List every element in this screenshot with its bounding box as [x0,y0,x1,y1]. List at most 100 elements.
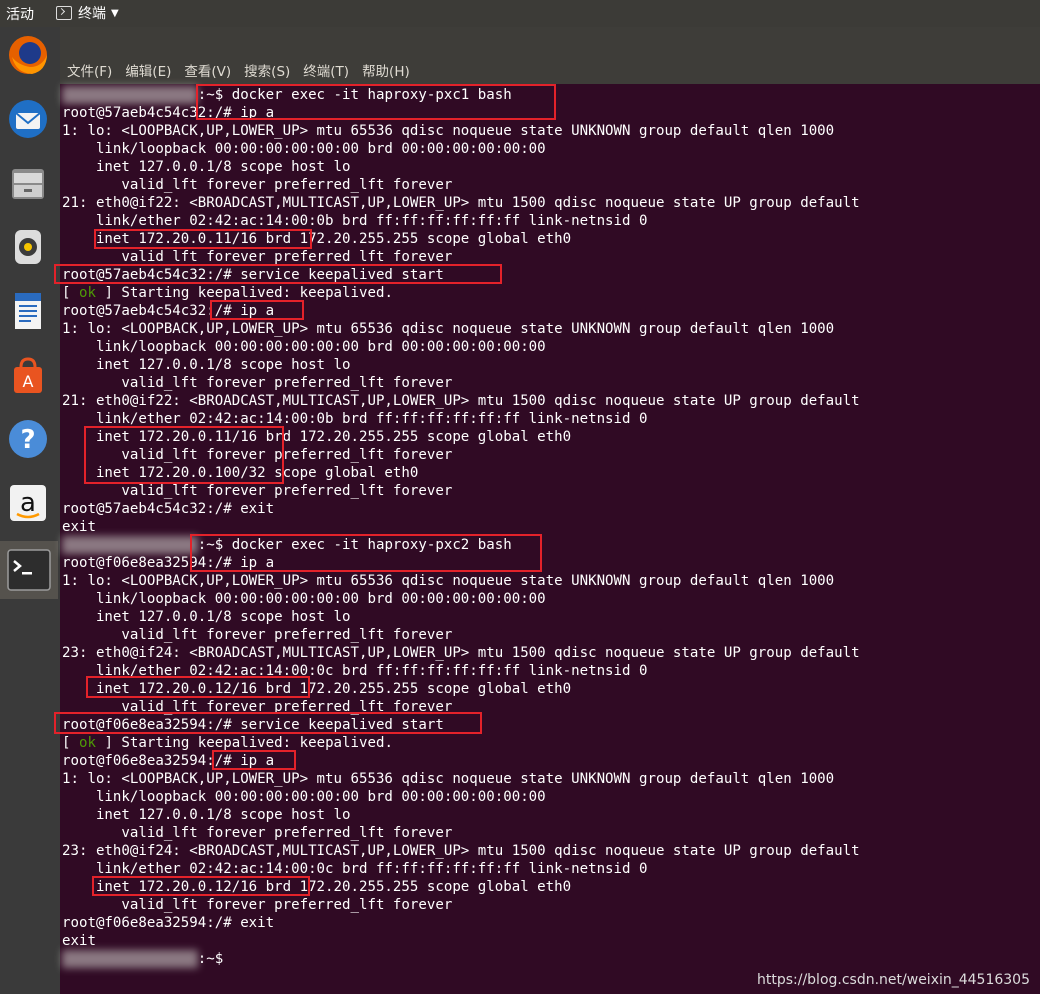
line-text: root@57aeb4c54c32:/# ip a [62,303,275,319]
terminal-line: inet 172.20.0.12/16 brd 172.20.255.255 s… [62,878,860,896]
redacted-username: xxxxxxxxxxxxxxxx [62,536,198,554]
line-text: inet 172.20.0.11/16 brd 172.20.255.255 s… [62,429,572,445]
terminal-line: link/loopback 00:00:00:00:00:00 brd 00:0… [62,140,860,158]
menu-search[interactable]: 搜索(S) [244,60,290,80]
line-text: inet 127.0.0.1/8 scope host lo [62,609,351,625]
svg-text:A: A [23,372,34,391]
activities-button[interactable]: 活动 [6,4,34,24]
terminal-menubar: 文件(F) 编辑(E) 查看(V) 搜索(S) 终端(T) 帮助(H) [60,27,1040,84]
terminal-line: link/ether 02:42:ac:14:00:0b brd ff:ff:f… [62,212,860,230]
line-text: link/loopback 00:00:00:00:00:00 brd 00:0… [62,591,546,607]
line-text: 21: eth0@if22: <BROADCAST,MULTICAST,UP,L… [62,393,860,409]
line-text: inet 172.20.0.11/16 brd 172.20.255.255 s… [62,231,572,247]
line-text: valid_lft forever preferred_lft forever [62,249,453,265]
menu-edit[interactable]: 编辑(E) [125,60,171,80]
terminal-line: link/loopback 00:00:00:00:00:00 brd 00:0… [62,338,860,356]
status-ok: ok [78,285,96,301]
terminal-line: inet 127.0.0.1/8 scope host lo [62,608,860,626]
terminal-line: inet 172.20.0.11/16 brd 172.20.255.255 s… [62,230,860,248]
line-text: [ [62,735,79,751]
terminal-lines: xxxxxxxxxxxxxxxx:~$ docker exec -it hapr… [62,86,860,968]
terminal-line: xxxxxxxxxxxxxxxx:~$ [62,950,860,968]
line-text: ] Starting keepalived: keepalived. [95,285,393,301]
line-text: root@f06e8ea32594:/# service keepalived … [62,717,444,733]
line-text: 21: eth0@if22: <BROADCAST,MULTICAST,UP,L… [62,195,860,211]
thunderbird-mail-icon[interactable] [6,97,50,141]
firefox-icon[interactable] [6,33,50,77]
terminal-line: inet 172.20.0.100/32 scope global eth0 [62,464,860,482]
rhythmbox-icon[interactable] [6,225,50,269]
terminal-line: link/ether 02:42:ac:14:00:0c brd ff:ff:f… [62,662,860,680]
files-icon[interactable] [6,161,50,205]
line-text: valid_lft forever preferred_lft forever [62,375,453,391]
line-text: valid_lft forever preferred_lft forever [62,699,453,715]
line-text: root@57aeb4c54c32:/# ip a [62,105,275,121]
menu-view[interactable]: 查看(V) [184,60,231,80]
line-text: link/ether 02:42:ac:14:00:0b brd ff:ff:f… [62,213,648,229]
terminal-line: link/loopback 00:00:00:00:00:00 brd 00:0… [62,590,860,608]
terminal-line: root@57aeb4c54c32:/# exit [62,500,860,518]
menu-file[interactable]: 文件(F) [67,60,112,80]
terminal-line: 1: lo: <LOOPBACK,UP,LOWER_UP> mtu 65536 … [62,572,860,590]
line-text: link/ether 02:42:ac:14:00:0c brd ff:ff:f… [62,861,648,877]
line-text: root@f06e8ea32594:/# exit [62,915,275,931]
line-text: exit [62,519,96,535]
terminal-line: link/loopback 00:00:00:00:00:00 brd 00:0… [62,788,860,806]
line-text: valid_lft forever preferred_lft forever [62,483,453,499]
line-text: inet 172.20.0.12/16 brd 172.20.255.255 s… [62,681,572,697]
line-text: root@57aeb4c54c32:/# exit [62,501,275,517]
svg-text:a: a [20,488,36,518]
line-text: 23: eth0@if24: <BROADCAST,MULTICAST,UP,L… [62,645,860,661]
terminal-line: valid_lft forever preferred_lft forever [62,896,860,914]
terminal-icon[interactable] [0,541,58,599]
help-icon[interactable]: ? [6,417,50,461]
line-text: root@f06e8ea32594:/# ip a [62,555,275,571]
line-text: 1: lo: <LOOPBACK,UP,LOWER_UP> mtu 65536 … [62,321,835,337]
line-text: 1: lo: <LOOPBACK,UP,LOWER_UP> mtu 65536 … [62,573,835,589]
line-text: ] Starting keepalived: keepalived. [95,735,393,751]
terminal-small-icon [56,6,72,20]
menu-terminal[interactable]: 终端(T) [303,60,349,80]
software-center-icon[interactable]: A [6,353,50,397]
line-text: :~$ [197,951,232,967]
terminal-output[interactable]: xxxxxxxxxxxxxxxx:~$ docker exec -it hapr… [54,84,1040,994]
line-text: :~$ docker exec -it haproxy-pxc2 bash [197,537,512,553]
svg-text:?: ? [20,425,35,455]
redacted-username: xxxxxxxxxxxxxxxx [62,950,198,968]
terminal-line: 1: lo: <LOOPBACK,UP,LOWER_UP> mtu 65536 … [62,122,860,140]
terminal-line: xxxxxxxxxxxxxxxx:~$ docker exec -it hapr… [62,86,860,104]
terminal-line: root@57aeb4c54c32:/# ip a [62,104,860,122]
line-text: link/loopback 00:00:00:00:00:00 brd 00:0… [62,339,546,355]
terminal-line: link/ether 02:42:ac:14:00:0b brd ff:ff:f… [62,410,860,428]
terminal-line: 21: eth0@if22: <BROADCAST,MULTICAST,UP,L… [62,194,860,212]
watermark: https://blog.csdn.net/weixin_44516305 [756,972,1030,988]
terminal-line: inet 127.0.0.1/8 scope host lo [62,158,860,176]
terminal-line: root@f06e8ea32594:/# ip a [62,554,860,572]
terminal-line: root@f06e8ea32594:/# ip a [62,752,860,770]
line-text: [ [62,285,79,301]
line-text: root@57aeb4c54c32:/# service keepalived … [62,267,444,283]
line-text: link/ether 02:42:ac:14:00:0b brd ff:ff:f… [62,411,648,427]
line-text: inet 172.20.0.12/16 brd 172.20.255.255 s… [62,879,572,895]
line-text: valid_lft forever preferred_lft forever [62,177,453,193]
line-text: valid_lft forever preferred_lft forever [62,897,453,913]
menu-help[interactable]: 帮助(H) [362,60,410,80]
terminal-line: valid_lft forever preferred_lft forever [62,482,860,500]
terminal-line: valid_lft forever preferred_lft forever [62,446,860,464]
terminal-line: 1: lo: <LOOPBACK,UP,LOWER_UP> mtu 65536 … [62,320,860,338]
app-menu-button[interactable]: 终端 ▼ [56,3,119,23]
line-text: link/loopback 00:00:00:00:00:00 brd 00:0… [62,141,546,157]
terminal-line: valid_lft forever preferred_lft forever [62,248,860,266]
libreoffice-writer-icon[interactable] [6,289,50,333]
redacted-username: xxxxxxxxxxxxxxxx [62,86,198,104]
line-text: inet 127.0.0.1/8 scope host lo [62,159,351,175]
terminal-line: valid_lft forever preferred_lft forever [62,374,860,392]
terminal-line: 1: lo: <LOOPBACK,UP,LOWER_UP> mtu 65536 … [62,770,860,788]
terminal-line: 23: eth0@if24: <BROADCAST,MULTICAST,UP,L… [62,644,860,662]
amazon-icon[interactable]: a [6,481,50,525]
caret-down-icon: ▼ [111,7,119,19]
line-text: link/loopback 00:00:00:00:00:00 brd 00:0… [62,789,546,805]
terminal-line: valid_lft forever preferred_lft forever [62,176,860,194]
terminal-line: [ ok ] Starting keepalived: keepalived. [62,734,860,752]
status-ok: ok [78,735,96,751]
